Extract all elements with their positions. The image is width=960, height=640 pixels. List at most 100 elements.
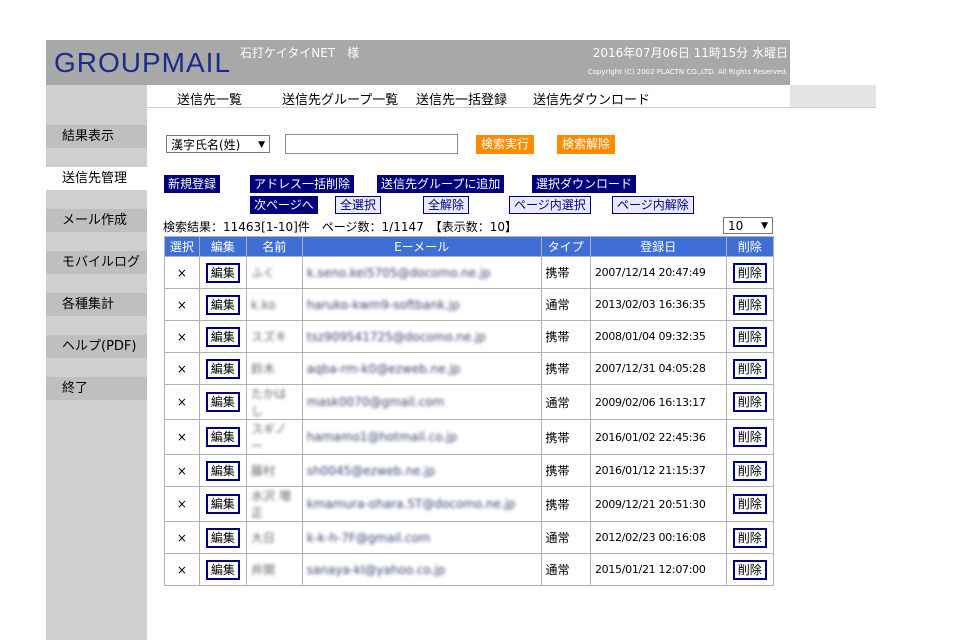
edit-cell: 編集 (198, 352, 248, 385)
tab-bulk-register[interactable]: 送信先一括登録 (416, 89, 507, 108)
select-mark[interactable]: × (164, 288, 200, 321)
sidebar-item-help[interactable]: ヘルプ(PDF) (46, 335, 147, 358)
recipient-name: ふく (251, 266, 276, 280)
edit-button[interactable]: 編集 (205, 358, 240, 379)
search-input[interactable] (285, 134, 458, 154)
select-mark[interactable]: × (164, 320, 200, 353)
email-cell: k.seno.kei5705@docomo.ne.jp (301, 256, 542, 289)
name-cell: スズキ (246, 320, 303, 353)
sidebar-item-exit[interactable]: 終了 (46, 377, 147, 400)
delete-cell: 削除 (725, 419, 775, 455)
edit-button[interactable]: 編集 (205, 527, 240, 548)
delete-cell: 削除 (725, 454, 775, 487)
table-row: × 編集 大日 k-k-h-7F@gmail.com 通常 2012/02/23 00:1… (164, 521, 775, 554)
delete-button[interactable]: 削除 (732, 294, 767, 315)
col-header-delete: 削除 (725, 236, 775, 257)
tab-recipient-list[interactable]: 送信先一覧 (177, 89, 242, 108)
select-mark[interactable]: × (164, 486, 200, 522)
deselect-in-page-button[interactable]: ページ内解除 (612, 196, 694, 214)
edit-button[interactable]: 編集 (205, 559, 240, 580)
select-mark[interactable]: × (164, 352, 200, 385)
type-cell: 携帯 (540, 320, 591, 353)
select-mark[interactable]: × (164, 553, 200, 586)
select-mark[interactable]: × (164, 454, 200, 487)
delete-button[interactable]: 削除 (732, 392, 767, 412)
col-header-email: Eーメール (301, 236, 542, 257)
delete-button[interactable]: 削除 (732, 262, 767, 283)
recipient-name: スズキ (251, 330, 288, 344)
email-cell: aqba-rm-k0@ezweb.ne.jp (301, 352, 542, 385)
registered-date: 2009/12/21 20:51:30 (589, 486, 727, 522)
delete-button[interactable]: 削除 (732, 326, 767, 347)
select-mark[interactable]: × (164, 419, 200, 455)
per-page-select[interactable]: 10 ▼ (723, 217, 773, 234)
registered-date: 2016/01/02 22:45:36 (589, 419, 727, 455)
table-row: × 編集 k.ko haruko-kwm9-softbank.jp 通常 2013/02/… (164, 288, 775, 321)
registered-date: 2012/02/23 00:16:08 (589, 521, 727, 554)
edit-button[interactable]: 編集 (205, 494, 240, 514)
sidebar-item-stats[interactable]: 各種集計 (46, 293, 147, 316)
recipient-email: sh0045@ezweb.ne.jp (306, 463, 436, 478)
search-clear-button[interactable]: 検索解除 (557, 135, 616, 154)
delete-button[interactable]: 削除 (732, 559, 767, 580)
delete-button[interactable]: 削除 (732, 427, 767, 447)
select-all-button[interactable]: 全選択 (335, 196, 382, 214)
sidebar-item-results[interactable]: 結果表示 (46, 125, 147, 148)
sidebar-item-mobile-log[interactable]: モバイルログ (46, 251, 147, 274)
delete-button[interactable]: 削除 (732, 460, 767, 481)
type-cell: 通常 (540, 553, 591, 586)
recipient-name: 鈴木 (251, 362, 276, 376)
email-cell: kmamura-ohara.5T@docomo.ne.jp (301, 486, 542, 522)
edit-cell: 編集 (198, 256, 248, 289)
registered-date: 2016/01/12 21:15:37 (589, 454, 727, 487)
app-header: GROUPMAIL 石打ケイタイNET 様 2016年07月06日 11時15分… (46, 40, 790, 85)
delete-button[interactable]: 削除 (732, 527, 767, 548)
col-header-date: 登録日 (589, 236, 727, 257)
name-cell: 大日 (246, 521, 303, 554)
dropdown-arrow-icon: ▼ (761, 221, 768, 231)
new-register-button[interactable]: 新規登録 (164, 175, 221, 193)
search-execute-button[interactable]: 検索実行 (476, 135, 535, 154)
type-cell: 通常 (540, 384, 591, 420)
bulk-delete-button[interactable]: アドレス一括削除 (250, 175, 355, 193)
sidebar-item-compose[interactable]: メール作成 (46, 209, 147, 232)
delete-button[interactable]: 削除 (732, 358, 767, 379)
name-cell: ふく (246, 256, 303, 289)
tab-download[interactable]: 送信先ダウンロード (533, 89, 650, 108)
select-in-page-button[interactable]: ページ内選択 (509, 196, 591, 214)
table-header-row: 選択 編集 名前 Eーメール タイプ 登録日 削除 (164, 236, 775, 257)
edit-button[interactable]: 編集 (205, 460, 240, 481)
edit-cell: 編集 (198, 288, 248, 321)
add-to-group-button[interactable]: 送信先グループに追加 (377, 175, 505, 193)
deselect-all-button[interactable]: 全解除 (423, 196, 470, 214)
delete-cell: 削除 (725, 320, 775, 353)
edit-cell: 編集 (198, 486, 248, 522)
current-datetime: 2016年07月06日 11時15分 水曜日 (592, 46, 788, 60)
type-cell: 携帯 (540, 419, 591, 455)
recipient-email: aqba-rm-k0@ezweb.ne.jp (306, 361, 461, 376)
edit-button[interactable]: 編集 (205, 392, 240, 412)
app-logo: GROUPMAIL (54, 47, 232, 78)
col-header-type: タイプ (540, 236, 591, 257)
search-field-select[interactable]: 漢字氏名(姓) ▼ (166, 135, 270, 153)
delete-cell: 削除 (725, 352, 775, 385)
edit-button[interactable]: 編集 (205, 262, 240, 283)
select-mark[interactable]: × (164, 521, 200, 554)
tab-group-list[interactable]: 送信先グループ一覧 (282, 89, 398, 108)
delete-button[interactable]: 削除 (732, 494, 767, 514)
select-mark[interactable]: × (164, 256, 200, 289)
select-mark[interactable]: × (164, 384, 200, 420)
col-header-edit: 編集 (198, 236, 248, 257)
sidebar-item-recipients[interactable]: 送信先管理 (46, 167, 147, 190)
edit-button[interactable]: 編集 (205, 427, 240, 447)
edit-button[interactable]: 編集 (205, 294, 240, 315)
selected-download-button[interactable]: 選択ダウンロード (532, 175, 637, 193)
recipient-name: 水沢 増正 (251, 489, 291, 520)
delete-cell: 削除 (725, 288, 775, 321)
user-name: 石打ケイタイNET 様 (240, 46, 360, 60)
next-page-button[interactable]: 次ページへ (250, 196, 318, 214)
table-row: × 編集 ふく k.seno.kei5705@docomo.ne.jp 携帯 2007/1… (164, 256, 775, 289)
edit-cell: 編集 (198, 454, 248, 487)
edit-button[interactable]: 編集 (205, 326, 240, 347)
delete-cell: 削除 (725, 256, 775, 289)
